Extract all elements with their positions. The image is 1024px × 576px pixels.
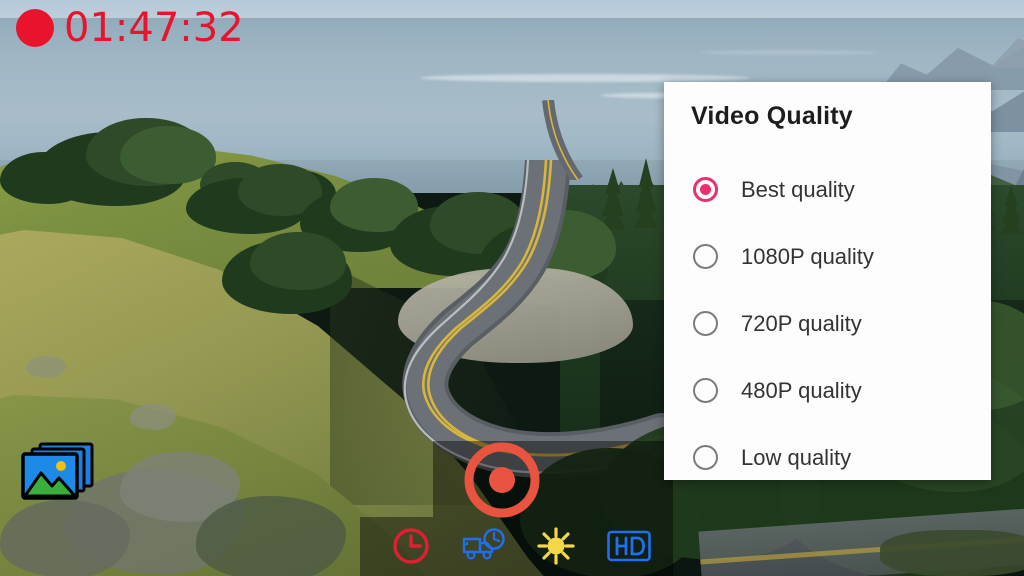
quality-option-low[interactable]: Low quality (664, 424, 991, 491)
ocean-streak (700, 50, 880, 55)
quality-option-label: Best quality (741, 176, 855, 202)
video-quality-dialog: Video Quality Best quality 1080P quality… (664, 82, 991, 480)
quality-options-list: Best quality 1080P quality 720P quality … (664, 156, 991, 491)
recording-elapsed-time: 01:47:32 (64, 5, 244, 51)
brightness-button[interactable] (533, 523, 579, 569)
hd-quality-button[interactable] (606, 523, 652, 569)
radio-button-icon[interactable] (693, 445, 718, 470)
quality-option-label: 720P quality (741, 310, 862, 336)
rock (196, 496, 346, 576)
sun-brightness-icon (537, 527, 575, 565)
rock (0, 500, 130, 576)
radio-button-selected-icon[interactable] (693, 177, 718, 202)
dialog-title: Video Quality (691, 102, 853, 130)
quality-option-1080p[interactable]: 1080P quality (664, 223, 991, 290)
hd-badge-icon (607, 530, 651, 562)
gallery-button[interactable] (18, 440, 96, 504)
quality-option-best[interactable]: Best quality (664, 156, 991, 223)
quality-option-480p[interactable]: 480P quality (664, 357, 991, 424)
foreground-brush (880, 530, 1024, 576)
tree-cluster (0, 152, 90, 204)
radio-button-icon[interactable] (693, 378, 718, 403)
quality-option-label: Low quality (741, 444, 852, 470)
gallery-photos-icon (21, 442, 94, 500)
record-button[interactable] (464, 442, 540, 518)
quality-option-label: 480P quality (741, 377, 862, 403)
truck-clock-timelapse-icon (462, 528, 505, 560)
distant-road (520, 100, 640, 180)
rock (130, 404, 176, 430)
quality-option-720p[interactable]: 720P quality (664, 290, 991, 357)
timer-button[interactable] (388, 523, 434, 569)
record-button-icon (464, 442, 540, 518)
ocean-streak (420, 74, 750, 82)
quality-option-label: 1080P quality (741, 243, 874, 269)
time-lapse-button[interactable] (461, 523, 507, 569)
camera-toolbar (380, 520, 660, 572)
record-dot-icon (16, 9, 54, 47)
recording-indicator: 01:47:32 (16, 8, 244, 48)
app-screen: 01:47:32 Video Quality Best quality 1080… (0, 0, 1024, 576)
clock-icon (393, 528, 429, 564)
rock (26, 356, 66, 378)
radio-button-icon[interactable] (693, 311, 718, 336)
radio-button-icon[interactable] (693, 244, 718, 269)
